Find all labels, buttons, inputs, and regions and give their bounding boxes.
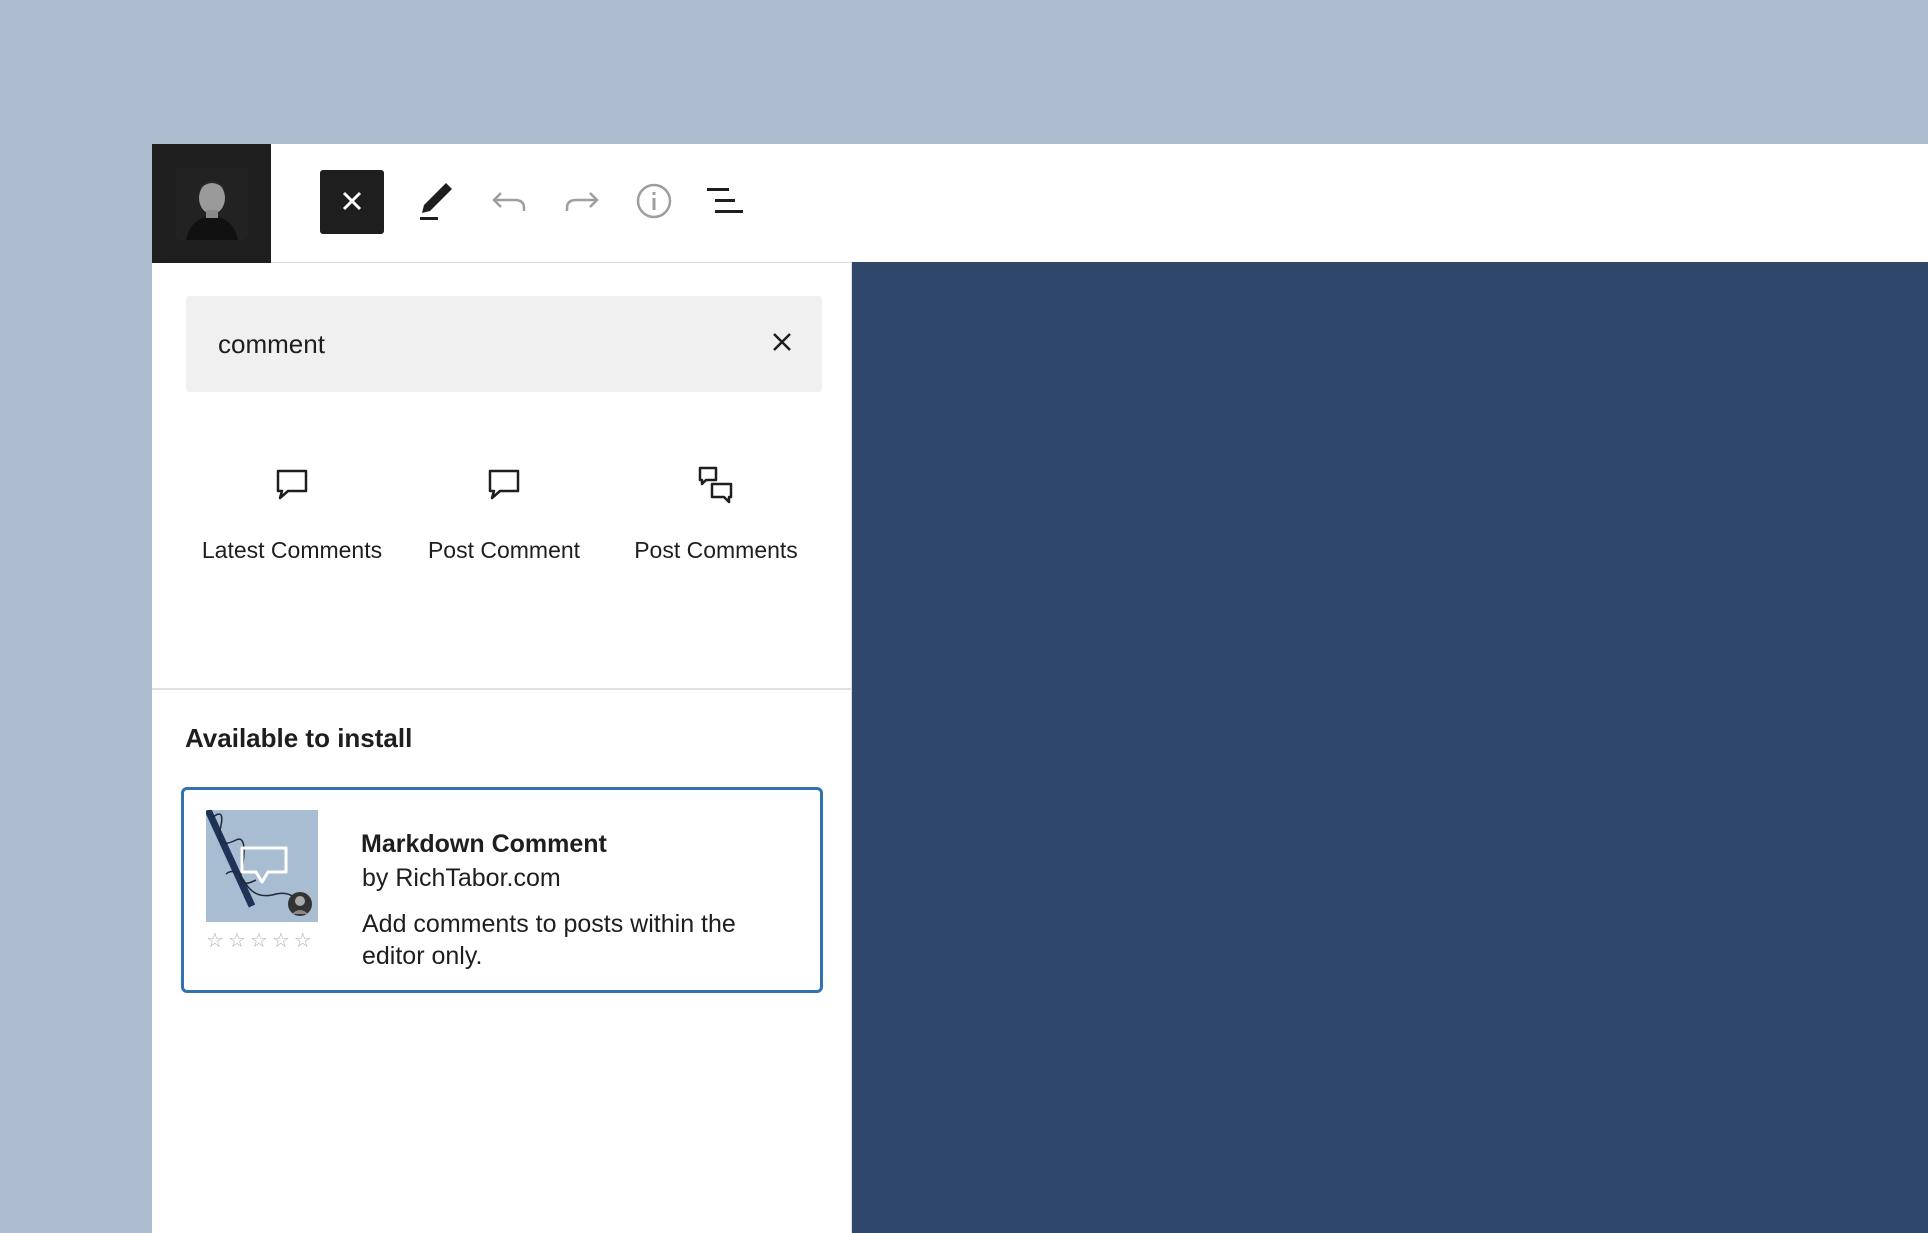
info-icon <box>635 182 673 223</box>
editor-frame: Latest Comments Post Comment Post Com <box>152 144 1928 1233</box>
details-button[interactable] <box>622 170 686 234</box>
divider <box>152 688 852 690</box>
close-inserter-button[interactable] <box>320 170 384 234</box>
block-search <box>186 296 822 392</box>
comments-icon <box>696 465 736 505</box>
plugin-author: by RichTabor.com <box>362 864 561 892</box>
editor-canvas[interactable] <box>852 262 1928 1233</box>
clear-search-button[interactable] <box>762 324 802 364</box>
section-title: Available to install <box>185 723 413 753</box>
undo-button[interactable] <box>477 170 541 234</box>
undo-icon <box>491 187 527 218</box>
list-view-icon <box>705 185 745 220</box>
block-item-latest-comments[interactable]: Latest Comments <box>186 463 398 613</box>
block-item-label: Latest Comments <box>201 537 383 563</box>
block-inserter-panel: Latest Comments Post Comment Post Com <box>152 263 852 1233</box>
star-empty-icon: ☆ <box>249 930 268 952</box>
star-empty-icon: ☆ <box>227 930 246 952</box>
block-results: Latest Comments Post Comment Post Commen… <box>186 463 822 613</box>
redo-button[interactable] <box>550 170 614 234</box>
block-item-label: Post Comment <box>427 537 581 563</box>
plugin-thumbnail <box>206 810 318 922</box>
plugin-description: Add comments to posts within the editor … <box>362 910 736 970</box>
plugin-card[interactable]: ☆ ☆ ☆ ☆ ☆ Markdown Comment by RichTabor.… <box>181 787 823 993</box>
edit-tool-button[interactable] <box>404 170 468 234</box>
block-item-post-comment[interactable]: Post Comment <box>398 463 610 613</box>
plugin-name: Markdown Comment <box>361 830 607 858</box>
list-view-button[interactable] <box>693 170 757 234</box>
comment-icon <box>272 465 312 505</box>
star-empty-icon: ☆ <box>293 930 312 952</box>
pencil-icon <box>416 179 456 226</box>
search-input[interactable] <box>186 296 746 392</box>
site-icon-button[interactable] <box>152 144 271 263</box>
block-item-label: Post Comments <box>634 537 798 563</box>
redo-icon <box>564 187 600 218</box>
comment-icon <box>484 465 524 505</box>
plugin-rating: ☆ ☆ ☆ ☆ ☆ <box>206 930 326 952</box>
avatar <box>175 167 248 240</box>
star-empty-icon: ☆ <box>206 930 224 952</box>
editor-toolbar <box>152 144 1928 263</box>
close-icon <box>340 189 364 216</box>
close-icon <box>771 331 793 358</box>
star-empty-icon: ☆ <box>271 930 290 952</box>
block-item-post-comments[interactable]: Post Comments <box>610 463 822 613</box>
